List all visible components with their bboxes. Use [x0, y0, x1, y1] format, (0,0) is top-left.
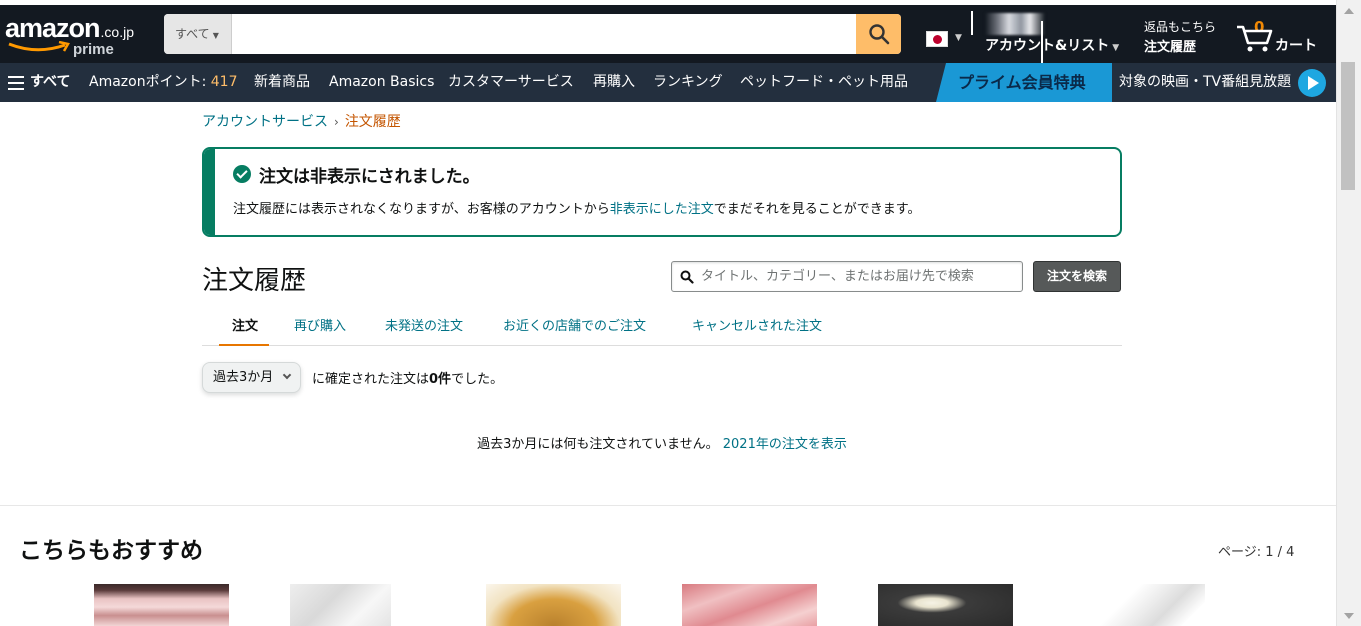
check-circle-icon	[233, 165, 251, 183]
top-navbar: amazon.co.jp prime すべて ▼ ▼ アカウント&リスト ▼ 返品も…	[0, 5, 1336, 69]
alert-body-text: 注文履歴には表示されなくなりますが、お客様のアカウントから	[233, 202, 610, 217]
scroll-thumb[interactable]	[1341, 62, 1355, 190]
page-scrollbar[interactable]	[1336, 0, 1361, 626]
logo-prime: prime	[73, 41, 114, 58]
recommendations-title: こちらもおすすめ	[19, 538, 203, 564]
alert-body: 注文履歴には表示されなくなりますが、お客様のアカウントから非表示にした注文でまだ…	[233, 198, 920, 217]
search-category-label: すべて	[175, 27, 210, 41]
order-search-button[interactable]: 注文を検索	[1033, 261, 1121, 292]
sub-navbar: すべて Amazonポイント: 417 新着商品 Amazon Basics カ…	[0, 63, 1336, 102]
breadcrumb-separator: ›	[334, 115, 339, 129]
alert-accent-bar	[204, 149, 215, 235]
search-category-dropdown[interactable]: すべて ▼	[164, 14, 232, 54]
breadcrumb-account-services[interactable]: アカウントサービス	[202, 114, 328, 130]
empty-state-text: 過去3か月には何も注文されていません。	[477, 437, 719, 452]
nav-new-releases[interactable]: 新着商品	[254, 63, 310, 102]
section-divider	[0, 505, 1336, 506]
product-thumbnail[interactable]	[682, 584, 817, 626]
show-2021-orders-link[interactable]: 2021年の注文を表示	[723, 437, 847, 452]
nav-rankings[interactable]: ランキング	[653, 63, 723, 102]
prime-video-label: 対象の映画・TV番組見放題	[1119, 74, 1292, 90]
chevron-down-icon: ▼	[212, 31, 219, 40]
prime-benefits-label: プライム会員特典	[958, 73, 1086, 92]
product-thumbnail[interactable]	[94, 584, 229, 626]
scroll-up-icon[interactable]	[1344, 8, 1354, 14]
smile-arrow-icon	[8, 41, 70, 52]
order-search-placeholder: タイトル、カテゴリー、またはお届け先で検索	[701, 269, 974, 284]
points-label: Amazonポイント:	[89, 74, 211, 90]
tab-not-shipped[interactable]: 未発送の注文	[385, 314, 463, 346]
language-caret-icon[interactable]: ▼	[955, 33, 962, 43]
empty-state: 過去3か月には何も注文されていません。 2021年の注文を表示	[0, 433, 1324, 452]
order-count-summary: に確定された注文は0件でした。	[312, 368, 503, 387]
recommendations-page-indicator: ページ: 1 / 4	[1218, 545, 1295, 560]
orders-label: 注文履歴	[1144, 40, 1197, 55]
summary-text-end: でした。	[451, 372, 504, 387]
search-button[interactable]	[856, 14, 901, 54]
search-input[interactable]	[232, 14, 856, 54]
nav-buy-again[interactable]: 再購入	[593, 63, 635, 102]
nav-amazon-points[interactable]: Amazonポイント: 417	[89, 63, 237, 102]
breadcrumb: アカウントサービス › 注文履歴	[202, 111, 401, 131]
chevron-down-icon: ▼	[1112, 43, 1120, 53]
time-period-dropdown[interactable]: 過去3か月	[202, 362, 301, 393]
page-title: 注文履歴	[202, 266, 307, 296]
returns-orders-link[interactable]: 返品もこちら 注文履歴	[1144, 18, 1216, 55]
product-thumbnail[interactable]	[486, 584, 621, 626]
account-name-redacted	[985, 13, 1045, 35]
order-search-input[interactable]: タイトル、カテゴリー、またはお届け先で検索	[671, 261, 1023, 292]
cart-icon	[1237, 25, 1273, 52]
alert-body-text-end: でまだそれを見ることができます。	[713, 202, 921, 217]
japan-flag-icon[interactable]	[926, 31, 948, 47]
chevron-down-icon	[282, 370, 292, 380]
search-bar: すべて ▼	[164, 14, 901, 54]
points-value: 417	[210, 74, 238, 90]
summary-count: 0件	[429, 372, 452, 387]
play-icon[interactable]	[1298, 69, 1326, 97]
alert-title: 注文は非表示にされました。	[259, 167, 480, 187]
tab-cancelled[interactable]: キャンセルされた注文	[692, 314, 822, 346]
returns-label: 返品もこちら	[1144, 20, 1217, 34]
order-tabs: 注文 再び購入 未発送の注文 お近くの店舗でのご注文 キャンセルされた注文	[202, 314, 1122, 346]
amazon-logo[interactable]: amazon.co.jp prime	[5, 13, 134, 58]
search-icon	[680, 270, 694, 284]
summary-text: に確定された注文は	[312, 372, 430, 387]
search-icon	[868, 24, 889, 45]
time-period-value: 過去3か月	[213, 370, 274, 385]
nav-customer-service[interactable]: カスタマーサービス	[448, 63, 574, 102]
tab-local-store[interactable]: お近くの店舗でのご注文	[503, 314, 646, 346]
product-thumbnail[interactable]	[290, 584, 391, 626]
cart-link[interactable]: 0 カート	[1235, 17, 1325, 57]
cart-label: カート	[1275, 38, 1317, 54]
prime-benefits-banner[interactable]: プライム会員特典	[936, 63, 1112, 102]
order-hidden-alert: 注文は非表示にされました。 注文履歴には表示されなくなりますが、お客様のアカウン…	[202, 147, 1122, 237]
scroll-down-icon[interactable]	[1344, 613, 1354, 619]
logo-wordmark: amazon	[5, 13, 101, 43]
hamburger-icon	[8, 76, 24, 90]
product-thumbnail[interactable]	[878, 584, 1013, 626]
nav-pet-supplies[interactable]: ペットフード・ペット用品	[740, 63, 908, 102]
breadcrumb-current: 注文履歴	[344, 114, 401, 130]
hidden-orders-link[interactable]: 非表示にした注文	[610, 202, 714, 217]
nav-amazon-basics[interactable]: Amazon Basics	[329, 63, 434, 102]
account-lists-label: アカウント&リスト	[985, 38, 1110, 54]
tab-buy-again[interactable]: 再び購入	[294, 314, 346, 346]
tab-orders[interactable]: 注文	[219, 314, 269, 346]
account-divider	[971, 11, 973, 35]
logo-tld: .co.jp	[100, 24, 134, 40]
all-menu-label: すべて	[30, 74, 71, 90]
product-thumbnail[interactable]	[1095, 584, 1205, 626]
